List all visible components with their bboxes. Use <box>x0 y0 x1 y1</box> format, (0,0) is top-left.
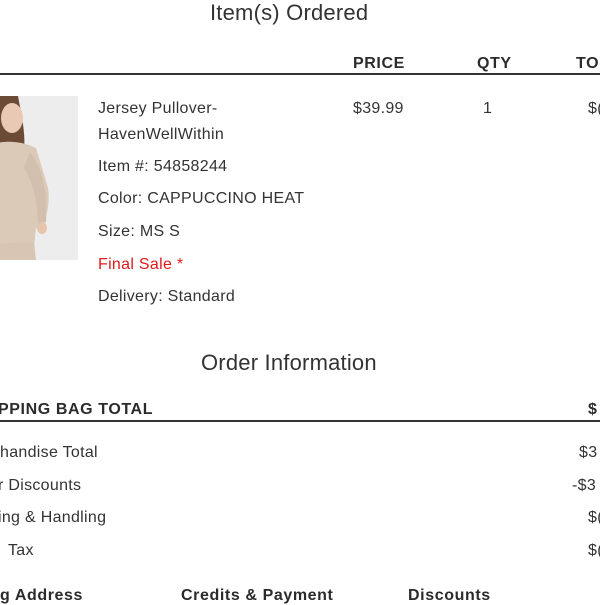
final-sale-label: Final Sale * <box>98 256 184 273</box>
items-header-rule <box>0 73 600 75</box>
item-total: $( <box>588 100 600 117</box>
shopping-bag-total-value: $ <box>588 401 598 418</box>
total-column-header: TO <box>576 55 600 72</box>
qty-column-header: QTY <box>477 55 512 72</box>
product-photo-illustration <box>0 96 78 260</box>
shipping-address-header: g Address <box>0 587 84 604</box>
item-number: Item #: 54858244 <box>98 158 228 175</box>
product-name-line1[interactable]: Jersey Pullover- <box>98 100 218 118</box>
tax-label: Tax <box>8 542 34 559</box>
credits-payment-header: Credits & Payment <box>181 587 334 604</box>
product-name-line2[interactable]: HavenWellWithin <box>98 126 224 144</box>
discounts-value: -$3 <box>572 477 597 494</box>
delivery-method: Delivery: Standard <box>98 288 236 305</box>
shipping-handling-value: $( <box>588 509 600 526</box>
shopping-bag-total-label: PPING BAG TOTAL <box>0 401 154 418</box>
price-column-header: PRICE <box>353 55 405 72</box>
item-price: $39.99 <box>353 100 404 117</box>
merchandise-total-label: handise Total <box>0 444 98 461</box>
order-information-title: Order Information <box>201 350 377 375</box>
order-info-rule <box>0 420 600 422</box>
shipping-handling-label: ing & Handling <box>0 509 107 526</box>
discounts-label: r Discounts <box>0 477 82 494</box>
tax-value: $( <box>588 542 600 559</box>
items-ordered-title: Item(s) Ordered <box>210 0 369 25</box>
item-color: Color: CAPPUCCINO HEAT <box>98 190 305 207</box>
discounts-header: Discounts <box>408 587 491 604</box>
product-image[interactable] <box>0 96 78 260</box>
merchandise-total-value: $3 <box>579 444 598 461</box>
item-qty: 1 <box>483 100 493 117</box>
item-size: Size: MS S <box>98 223 181 240</box>
